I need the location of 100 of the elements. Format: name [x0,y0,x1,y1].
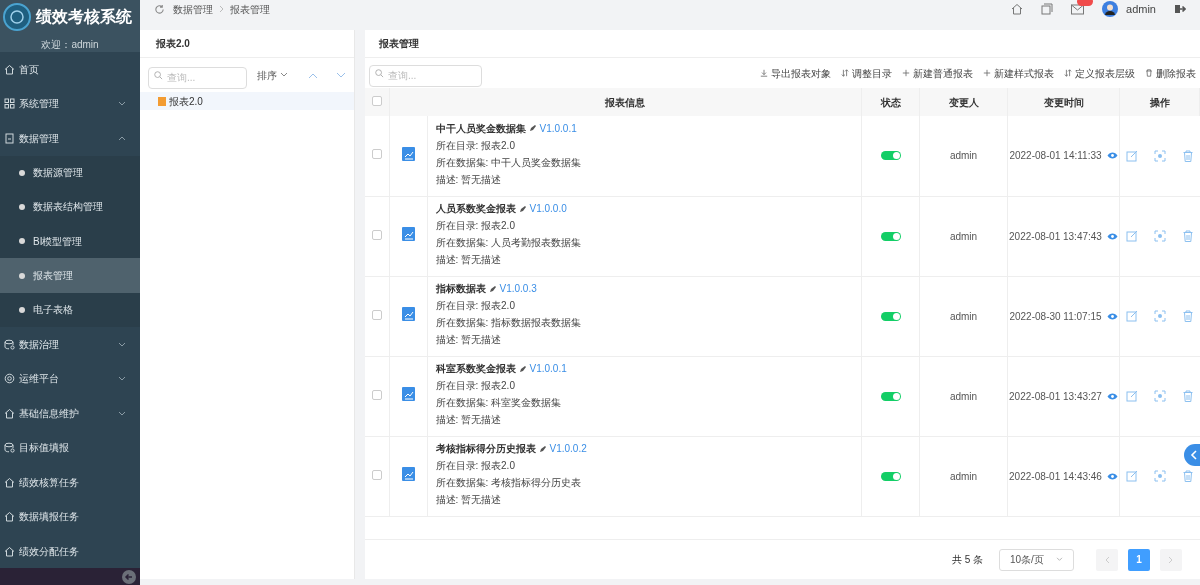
collapse-icon[interactable] [122,569,136,584]
edit-icon[interactable] [1125,470,1138,482]
status-toggle[interactable] [880,151,901,161]
logo-icon [2,2,32,32]
sidebar-subitem[interactable]: 数据源管理 [0,155,140,190]
side-toggle-icon[interactable] [1184,444,1200,466]
prev-page-button[interactable] [1096,548,1118,571]
status-toggle[interactable] [880,471,901,481]
bullet-icon [19,203,25,210]
status-toggle[interactable] [880,391,901,401]
eye-icon[interactable] [1106,392,1118,400]
checkbox[interactable] [371,149,382,160]
scan-icon[interactable] [1153,149,1166,162]
eye-icon[interactable] [1106,312,1118,320]
eye-icon[interactable] [1106,232,1118,240]
search-field[interactable]: 查询... [148,66,247,89]
scan-icon[interactable] [1153,310,1166,322]
sort-icon [1064,69,1072,77]
panel-title: 报表管理 [379,37,419,51]
description-text: 描述: 暂无描述 [435,414,503,426]
eye-icon[interactable] [1106,472,1118,480]
sidebar-subitem[interactable]: 电子表格 [0,292,140,327]
breadcrumb-item[interactable]: 报表管理 [230,1,270,17]
sidebar-item[interactable]: 目标值填报 [0,430,140,465]
trash-icon[interactable] [1181,470,1194,482]
chevron-down-icon [280,72,288,78]
edit-icon[interactable] [1125,149,1138,162]
total-count: 共 5 条 [951,553,983,567]
pencil-icon[interactable] [528,124,537,133]
trash-icon [1145,69,1153,77]
chart-icon [401,467,415,481]
mail-icon[interactable] [1071,3,1085,15]
sidebar-item[interactable]: 基础信息维护 [0,396,140,431]
sort-down-icon[interactable] [336,71,346,79]
sidebar-item[interactable]: 首页 [0,52,140,87]
toolbar-button[interactable]: 调整目录 [841,65,892,81]
trash-icon[interactable] [1181,390,1194,402]
edit-icon[interactable] [1125,390,1138,402]
trash-icon[interactable] [1181,230,1194,242]
report-name: 考核指标得分历史报表 [435,442,536,456]
tree-item[interactable]: 报表2.0 [140,92,354,110]
windows-icon[interactable] [1041,3,1054,15]
checkbox[interactable] [371,469,382,480]
report-name: 指标数据表 [435,282,486,296]
chart-icon [401,146,415,161]
toolbar-button[interactable]: 新建样式报表 [983,65,1054,81]
pencil-icon[interactable] [518,364,527,373]
checkbox[interactable] [371,95,382,106]
home-icon[interactable] [1011,3,1024,15]
scan-icon[interactable] [1153,470,1166,482]
toolbar-button[interactable]: 导出报表对象 [760,65,831,81]
search-field[interactable]: 查询... [369,64,482,87]
checkbox[interactable] [371,309,382,320]
toolbar-button[interactable]: 新建普通报表 [902,65,973,81]
search-icon [375,69,384,78]
sidebar-subitem[interactable]: BI模型管理 [0,224,140,259]
table-cell: admin [949,150,978,162]
trash-icon[interactable] [1181,310,1194,322]
sidebar-subitem[interactable]: 数据表结构管理 [0,189,140,225]
scan-icon[interactable] [1153,390,1166,402]
document-icon [4,132,15,144]
eye-icon[interactable] [1106,152,1118,160]
download-icon [760,69,768,77]
sidebar-item[interactable]: 绩效分配任务 [0,534,140,569]
sort-dropdown[interactable]: 排序 [257,67,288,83]
status-toggle[interactable] [880,311,901,321]
sort-up-icon[interactable] [308,71,318,79]
gear-icon [4,373,15,385]
sidebar-item[interactable]: 数据治理 [0,327,140,362]
logout-icon[interactable] [1174,3,1186,15]
refresh-icon[interactable] [154,3,165,15]
edit-icon[interactable] [1125,230,1138,242]
sidebar-item[interactable]: 数据管理 [0,121,140,156]
version-label: V1.0.0.1 [529,362,567,376]
pencil-icon[interactable] [488,284,497,293]
page-size-select[interactable]: 10条/页 [999,548,1074,571]
pencil-icon[interactable] [518,204,527,213]
toolbar-button[interactable]: 定义报表层级 [1064,65,1135,81]
pencil-icon[interactable] [538,444,547,453]
trash-icon[interactable] [1181,149,1194,162]
sidebar-item[interactable]: 运维平台 [0,361,140,396]
sidebar-item[interactable]: 绩效核算任务 [0,465,140,500]
directory-text: 所在目录: 报表2.0 [435,139,516,152]
breadcrumb-item[interactable]: 数据管理 [173,1,213,17]
sidebar-item[interactable]: 系统管理 [0,86,140,121]
checkbox[interactable] [371,389,382,400]
home-icon [4,545,15,557]
avatar-icon[interactable] [1102,1,1119,17]
sidebar-item[interactable]: 数据填报任务 [0,499,140,534]
edit-icon[interactable] [1125,310,1138,322]
status-toggle[interactable] [880,231,901,241]
dataset-text: 所在数据集: 人员考勤报表数据集 [435,237,583,249]
plus-icon [902,69,910,77]
next-page-button[interactable] [1160,548,1182,571]
folder-icon [158,96,166,106]
scan-icon[interactable] [1153,230,1166,242]
username[interactable]: admin [1126,0,1156,18]
sidebar-subitem[interactable]: 报表管理 [0,258,140,293]
toolbar-button[interactable]: 删除报表 [1145,65,1196,81]
checkbox[interactable] [371,229,382,240]
